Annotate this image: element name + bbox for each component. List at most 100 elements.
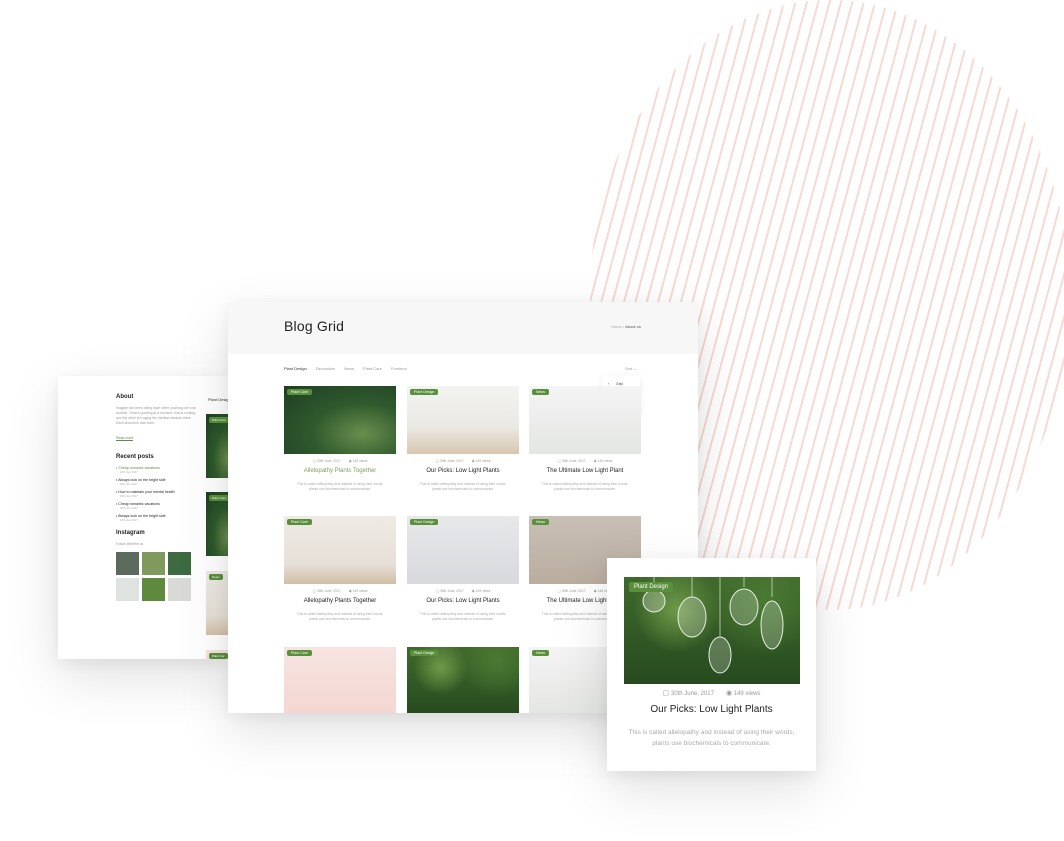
category-badge[interactable]: Plant Care bbox=[287, 519, 312, 525]
partial-card-image[interactable]: Plant Desi bbox=[206, 414, 230, 478]
card-title[interactable]: Our Picks: Low Light Plants bbox=[407, 468, 519, 474]
page-title: Blog Grid bbox=[284, 318, 345, 334]
list-item[interactable]: How to maintain your mental health18th J… bbox=[116, 490, 198, 498]
category-badge[interactable]: News bbox=[532, 650, 549, 656]
card-image[interactable]: Plant Care bbox=[284, 516, 396, 584]
blog-card[interactable]: Plant Design ▢ 30th June, 2017 ◉ 149 view… bbox=[407, 386, 519, 492]
eye-icon: ◉ bbox=[593, 459, 597, 463]
instagram-thumb[interactable] bbox=[168, 578, 191, 601]
instagram-thumb[interactable] bbox=[142, 578, 165, 601]
card-meta: ▢ 30th June, 2017 ◉ 149 views bbox=[435, 589, 491, 593]
category-badge[interactable]: Plant Design bbox=[410, 650, 439, 656]
calendar-icon: ▢ bbox=[557, 589, 562, 593]
eye-icon: ◉ bbox=[471, 589, 475, 593]
instagram-thumb[interactable] bbox=[142, 552, 165, 575]
calendar-icon: ▢ bbox=[312, 459, 317, 463]
about-heading: About bbox=[116, 394, 134, 400]
filter-news[interactable]: News bbox=[344, 366, 354, 371]
category-badge[interactable]: Plant Design bbox=[410, 519, 439, 525]
card-title[interactable]: Our Picks: Low Light Plants bbox=[407, 598, 519, 604]
eye-icon: ◉ bbox=[348, 459, 352, 463]
chevron-down-icon: ⌄ bbox=[633, 366, 637, 371]
breadcrumb-home[interactable]: Home bbox=[611, 324, 622, 329]
category-badge[interactable]: Plant Care bbox=[287, 650, 312, 656]
list-item[interactable]: Cheap romantic vacations18th Jun 2017 bbox=[116, 466, 198, 474]
recent-posts-heading: Recent posts bbox=[116, 454, 154, 460]
list-item[interactable]: Cheap romantic vacations18th Jun 2017 bbox=[116, 502, 198, 510]
card-image[interactable]: News bbox=[529, 386, 641, 454]
filter-decoration[interactable]: Decoration bbox=[316, 366, 335, 371]
eye-icon: ◉ bbox=[725, 690, 733, 697]
calendar-icon: ▢ bbox=[435, 589, 440, 593]
card-image[interactable]: Plant Design bbox=[407, 647, 519, 713]
blog-card[interactable]: Plant Care ▢ 30th June, 2017 ◉ 149 views … bbox=[284, 516, 396, 622]
blog-card[interactable]: Plant Care bbox=[284, 647, 396, 713]
partial-filter-label: Plant Desig bbox=[208, 397, 229, 402]
category-badge[interactable]: Plant Design bbox=[629, 582, 674, 592]
about-text: Imagine two trees doing each other, push… bbox=[116, 406, 196, 425]
blog-sidebar-panel: About Imagine two trees doing each other… bbox=[58, 376, 230, 659]
card-image[interactable]: Plant Design bbox=[407, 516, 519, 584]
sort-label: Sort bbox=[625, 366, 633, 371]
card-meta: ▢ 30th June, 2017 ◉ 149 views bbox=[557, 459, 613, 463]
instagram-thumb[interactable] bbox=[116, 578, 139, 601]
category-badge: Plant Desi bbox=[209, 417, 229, 423]
instagram-thumb[interactable] bbox=[168, 552, 191, 575]
filter-furniture[interactable]: Furniture bbox=[391, 366, 407, 371]
blog-card[interactable]: Plant Design ▢ 30th June, 2017 ◉ 149 view… bbox=[407, 516, 519, 622]
sidebar-column: About Imagine two trees doing each other… bbox=[116, 392, 198, 601]
page-header: Blog Grid Home • About us bbox=[228, 302, 698, 354]
list-item[interactable]: Always look on the bright side18th Jun 2… bbox=[116, 514, 198, 522]
blog-card[interactable]: Plant Design bbox=[407, 647, 519, 713]
calendar-icon: ▢ bbox=[312, 589, 317, 593]
partial-card-image[interactable]: News bbox=[206, 571, 230, 635]
list-item[interactable]: Always look on the bright side18th Jun 2… bbox=[116, 478, 198, 486]
read-more-link[interactable]: Read more bbox=[116, 436, 134, 441]
blog-card[interactable]: Plant Care ▢ 30th June, 2017 ◉ 149 views … bbox=[284, 386, 396, 492]
card-description: This is called allelopathy and instead o… bbox=[296, 482, 384, 491]
featured-blog-card[interactable]: Plant Design ▢ 30th June, 2017 ◉ 149 view… bbox=[607, 558, 816, 771]
partial-card-image[interactable]: Plant Care bbox=[206, 492, 230, 556]
category-badge[interactable]: News bbox=[532, 389, 549, 395]
card-description: This is called allelopathy and instead o… bbox=[541, 482, 629, 491]
category-badge[interactable]: News bbox=[532, 519, 549, 525]
calendar-icon: ▢ bbox=[557, 459, 562, 463]
card-title[interactable]: Allelopathy Plants Together bbox=[284, 468, 396, 474]
instagram-heading: Instagram bbox=[116, 530, 145, 536]
category-badge: News bbox=[209, 574, 223, 580]
card-description: This is called allelopathy and instead o… bbox=[296, 612, 384, 621]
category-badge[interactable]: Plant Design bbox=[410, 389, 439, 395]
card-meta: ▢ 30th June, 2017 ◉ 149 views bbox=[312, 459, 368, 463]
card-title[interactable]: Our Picks: Low Light Plants bbox=[607, 704, 816, 715]
eye-icon: ◉ bbox=[348, 589, 352, 593]
instagram-thumb[interactable] bbox=[116, 552, 139, 575]
card-image[interactable]: Plant Design bbox=[407, 386, 519, 454]
card-meta: ▢ 30th June, 2017 ◉ 149 views bbox=[435, 459, 491, 463]
card-image[interactable]: Plant Care bbox=[284, 386, 396, 454]
card-image[interactable]: Plant Care bbox=[284, 647, 396, 713]
sort-dropdown[interactable]: Sort ⌄ bbox=[625, 366, 637, 371]
instagram-grid bbox=[116, 552, 198, 601]
instagram-follow-text[interactable]: Follow @bethe.uk bbox=[116, 542, 198, 546]
blog-card[interactable]: News ▢ 30th June, 2017 ◉ 149 views The Ul… bbox=[529, 386, 641, 492]
calendar-icon: ▢ bbox=[435, 459, 440, 463]
category-filter-bar: Plant Design Decoration News Plant Care … bbox=[284, 366, 407, 371]
eye-icon: ◉ bbox=[593, 589, 597, 593]
partial-card-image[interactable]: Plant Car bbox=[206, 650, 230, 659]
card-title[interactable]: The Ultimate Low Light Plant bbox=[529, 468, 641, 474]
breadcrumb: Home • About us bbox=[611, 324, 641, 329]
category-badge[interactable]: Plant Care bbox=[287, 389, 312, 395]
card-title[interactable]: Allelopathy Plants Together bbox=[284, 598, 396, 604]
breadcrumb-current: About us bbox=[625, 324, 641, 329]
card-meta: ▢ 30th June, 2017 ◉ 149 views bbox=[662, 690, 761, 697]
recent-posts-list: Cheap romantic vacations18th Jun 2017 Al… bbox=[116, 466, 198, 522]
card-meta: ▢ 30th June, 2017 ◉ 149 views bbox=[312, 589, 368, 593]
category-badge: Plant Car bbox=[209, 653, 228, 659]
eye-icon: ◉ bbox=[471, 459, 475, 463]
card-image[interactable]: Plant Design bbox=[624, 577, 800, 684]
category-badge: Plant Care bbox=[209, 495, 230, 501]
hanging-terrariums-illustration bbox=[642, 577, 784, 674]
filter-plant-care[interactable]: Plant Care bbox=[363, 366, 382, 371]
card-description: This is called allelopathy and instead o… bbox=[419, 612, 507, 621]
filter-plant-design[interactable]: Plant Design bbox=[284, 366, 307, 371]
